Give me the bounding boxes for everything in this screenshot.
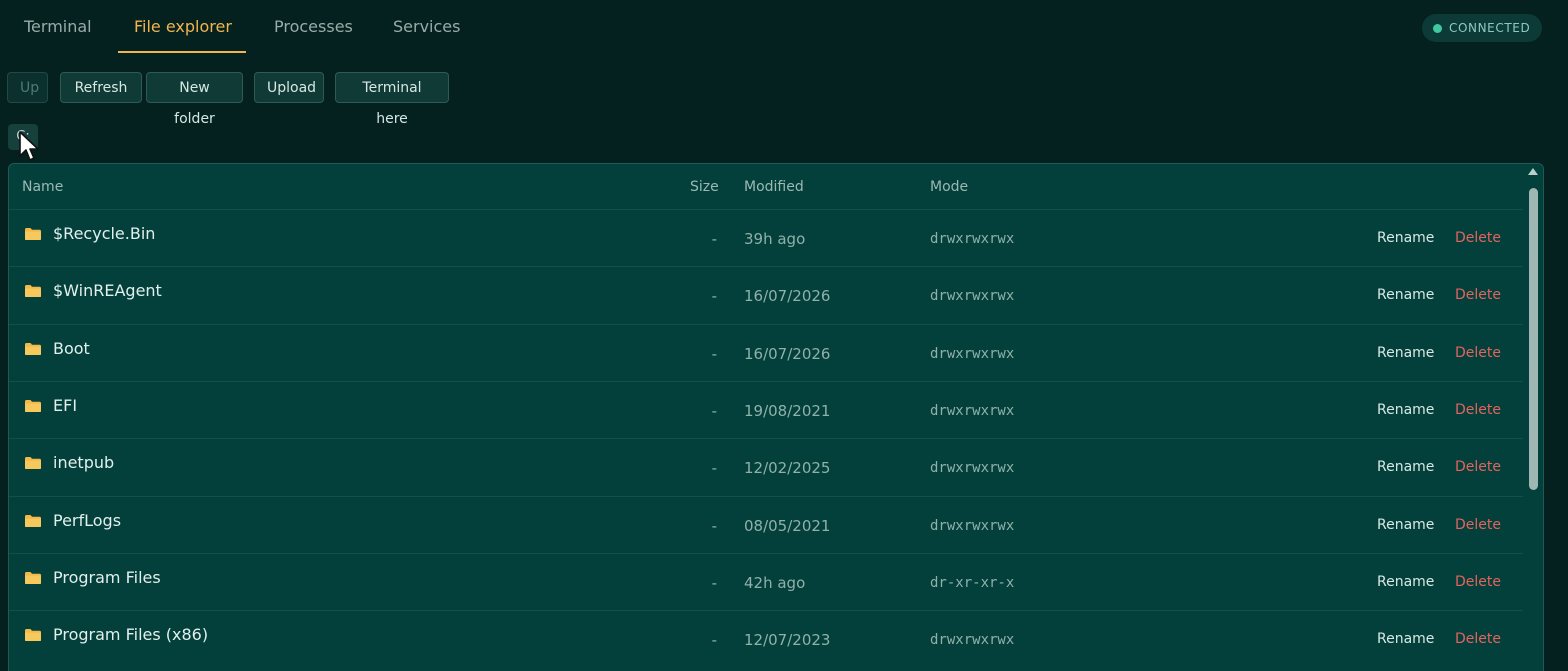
delete-button[interactable]: Delete: [1455, 574, 1501, 590]
column-header-modified[interactable]: Modified: [744, 179, 804, 195]
file-modified: 16/07/2026: [744, 344, 831, 363]
file-modified: 16/07/2026: [744, 287, 831, 306]
file-size: -: [711, 287, 717, 306]
folder-icon: [25, 399, 41, 412]
file-modified: 42h ago: [744, 573, 806, 592]
tab-processes[interactable]: Processes: [274, 0, 353, 54]
file-modified: 12/07/2023: [744, 631, 831, 650]
up-button[interactable]: Up: [7, 72, 48, 103]
path-breadcrumb-drive[interactable]: C:: [8, 124, 38, 150]
file-mode: dr-xr-xr-x: [930, 574, 1015, 591]
table-row[interactable]: inetpub - 12/02/2025 drwxrwxrwx Rename Delete: [9, 438, 1523, 496]
rename-button[interactable]: Rename: [1377, 459, 1434, 475]
folder-icon: [25, 342, 41, 355]
table-row[interactable]: Boot - 16/07/2026 drwxrwxrwx Rename Delete: [9, 323, 1523, 382]
file-name[interactable]: Program Files (x86): [53, 625, 208, 644]
file-table: Name Size Modified Mode $Recycle.Bin - 39h…: [8, 163, 1544, 671]
status-label: CONNECTED: [1449, 21, 1531, 35]
rename-button[interactable]: Rename: [1377, 574, 1434, 590]
folder-icon: [25, 457, 41, 470]
scroll-up-arrow-icon[interactable]: [1528, 168, 1538, 175]
delete-button[interactable]: Delete: [1455, 345, 1501, 361]
file-mode: drwxrwxrwx: [930, 632, 1015, 649]
delete-button[interactable]: Delete: [1455, 459, 1501, 475]
file-mode: drwxrwxrwx: [930, 460, 1015, 477]
table-row[interactable]: EFI - 19/08/2021 drwxrwxrwx Rename Delete: [9, 380, 1523, 439]
file-mode: drwxrwxrwx: [930, 345, 1015, 362]
tab-services[interactable]: Services: [393, 0, 460, 54]
file-name[interactable]: $WinREAgent: [53, 281, 162, 300]
file-size: -: [711, 344, 717, 363]
delete-button[interactable]: Delete: [1455, 517, 1501, 533]
rename-button[interactable]: Rename: [1377, 402, 1434, 418]
file-modified: 12/02/2025: [744, 459, 831, 478]
file-size: -: [711, 401, 717, 420]
file-size: -: [711, 631, 717, 650]
file-size: -: [711, 516, 717, 535]
table-row[interactable]: $WinREAgent - 16/07/2026 drwxrwxrwx Rename De…: [9, 266, 1523, 324]
file-modified: 39h ago: [744, 230, 806, 248]
terminal-here-button[interactable]: Terminal here: [335, 72, 449, 127]
rename-button[interactable]: Rename: [1377, 230, 1434, 246]
column-header-mode[interactable]: Mode: [930, 179, 968, 195]
delete-button[interactable]: Delete: [1455, 230, 1501, 246]
file-modified: 19/08/2021: [744, 401, 831, 420]
file-name[interactable]: Program Files: [53, 568, 161, 587]
tab-bar: Terminal File explorer Processes Service…: [0, 0, 1568, 56]
active-tab-indicator: [118, 51, 246, 53]
file-size: -: [711, 573, 717, 592]
file-size: -: [711, 459, 717, 478]
folder-icon: [25, 285, 41, 298]
table-scrollbar[interactable]: [1524, 164, 1543, 671]
file-name[interactable]: Boot: [53, 339, 90, 358]
status-dot-icon: [1433, 23, 1442, 33]
file-mode: drwxrwxrwx: [930, 517, 1015, 534]
tab-terminal[interactable]: Terminal: [24, 0, 92, 54]
table-row[interactable]: $Recycle.Bin - 39h ago drwxrwxrwx Rename Dele…: [9, 209, 1523, 267]
scroll-thumb[interactable]: [1529, 188, 1538, 490]
file-modified: 08/05/2021: [744, 516, 831, 535]
table-row[interactable]: PerfLogs - 08/05/2021 drwxrwxrwx Rename Delet…: [9, 495, 1523, 554]
refresh-button[interactable]: Refresh: [60, 72, 142, 103]
file-mode: drwxrwxrwx: [930, 288, 1015, 305]
column-header-size[interactable]: Size: [690, 179, 719, 195]
connection-status-badge: CONNECTED: [1422, 14, 1542, 42]
delete-button[interactable]: Delete: [1455, 631, 1501, 647]
folder-icon: [25, 228, 41, 240]
file-mode: drwxrwxrwx: [930, 231, 1015, 247]
tab-file-explorer[interactable]: File explorer: [134, 0, 232, 54]
new-folder-button[interactable]: New folder: [146, 72, 243, 127]
column-header-name[interactable]: Name: [22, 179, 63, 195]
folder-icon: [25, 629, 41, 642]
folder-icon: [25, 514, 41, 527]
rename-button[interactable]: Rename: [1377, 287, 1434, 303]
rename-button[interactable]: Rename: [1377, 517, 1434, 533]
file-mode: drwxrwxrwx: [930, 402, 1015, 419]
rename-button[interactable]: Rename: [1377, 345, 1434, 361]
folder-icon: [25, 571, 41, 584]
table-row[interactable]: Program Files - 42h ago dr-xr-xr-x Rename Del…: [9, 552, 1523, 611]
file-size: -: [711, 230, 717, 248]
table-row[interactable]: Program Files (x86) - 12/07/2023 drwxrwxrwx…: [9, 610, 1523, 668]
file-name[interactable]: PerfLogs: [53, 511, 121, 530]
upload-button[interactable]: Upload: [254, 72, 324, 103]
file-name[interactable]: inetpub: [53, 453, 114, 472]
file-name[interactable]: EFI: [53, 396, 77, 415]
table-header: Name Size Modified Mode: [9, 164, 1523, 210]
delete-button[interactable]: Delete: [1455, 402, 1501, 418]
app-window: Terminal File explorer Processes Service…: [0, 0, 1568, 671]
rename-button[interactable]: Rename: [1377, 631, 1434, 647]
file-name[interactable]: $Recycle.Bin: [53, 224, 155, 243]
delete-button[interactable]: Delete: [1455, 287, 1501, 303]
